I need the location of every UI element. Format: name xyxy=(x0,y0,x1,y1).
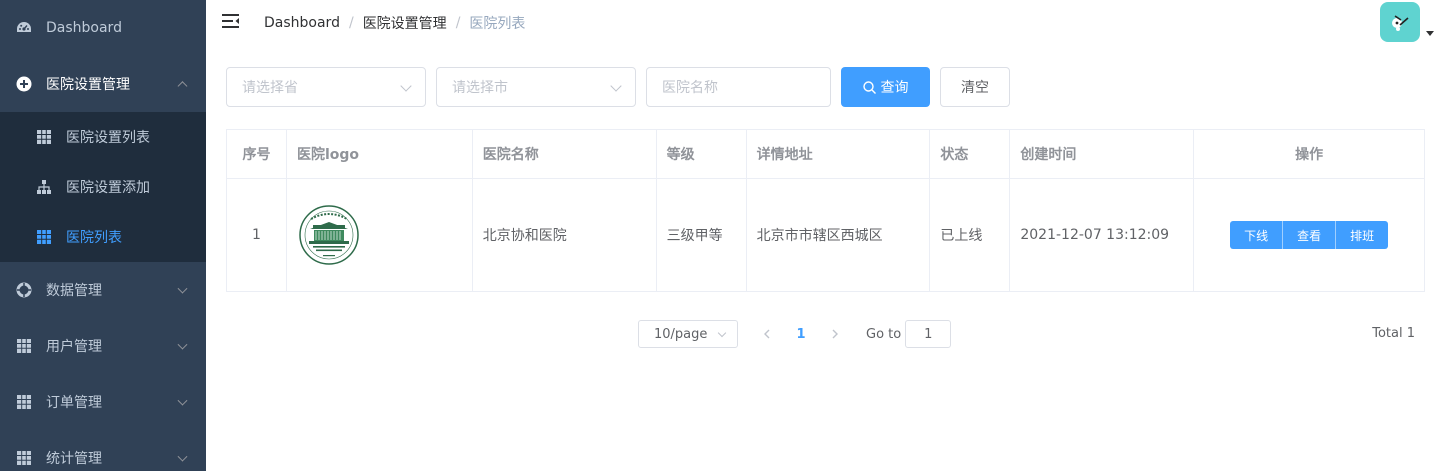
header-address: 详情地址 xyxy=(747,130,931,178)
clear-button[interactable]: 清空 xyxy=(940,67,1010,107)
sidebar: Dashboard 医院设置管理 医院设置列表 医院设置添加 医院列表 数据管理… xyxy=(0,0,206,471)
city-select[interactable]: 请选择市 xyxy=(436,67,636,107)
breadcrumb-dashboard[interactable]: Dashboard xyxy=(264,15,340,31)
hospital-logo xyxy=(299,205,359,265)
sidebar-item-hospital-list[interactable]: 医院列表 xyxy=(0,212,206,262)
goto-page-input[interactable]: 1 xyxy=(905,320,952,348)
search-icon xyxy=(862,80,876,94)
search-button-label: 查询 xyxy=(880,80,909,96)
cell-address: 北京市市辖区西城区 xyxy=(747,179,931,291)
view-button[interactable]: 查看 xyxy=(1283,221,1337,249)
dashboard-icon xyxy=(16,20,32,36)
prev-page-button[interactable] xyxy=(752,320,782,348)
sidebar-item-label: 医院设置添加 xyxy=(66,180,150,196)
header-created: 创建时间 xyxy=(1010,130,1195,178)
cell-logo xyxy=(287,179,473,291)
sidebar-item-hospital-settings-list[interactable]: 医院设置列表 xyxy=(0,112,206,162)
user-menu[interactable] xyxy=(1380,2,1434,42)
chevron-down-icon xyxy=(177,283,188,294)
chevron-down-icon xyxy=(177,339,188,350)
main-content: Dashboard / 医院设置管理 / 医院列表 请选择省 请选择市 医院名称… xyxy=(206,0,1446,471)
sidebar-item-label: 医院列表 xyxy=(66,230,122,246)
chevron-up-icon xyxy=(177,81,188,92)
table-icon xyxy=(16,394,32,410)
sidebar-item-label: 订单管理 xyxy=(46,395,102,411)
header-status: 状态 xyxy=(930,130,1011,178)
sidebar-item-data-management[interactable]: 数据管理 xyxy=(0,262,206,318)
sidebar-item-label: 统计管理 xyxy=(46,451,102,467)
breadcrumb-hospital-list: 医院列表 xyxy=(469,16,526,32)
table-icon xyxy=(16,338,32,354)
table-row: 1 北京协和医院 三级甲等 北京市市辖区西城区 已上线 2021-12-07 1… xyxy=(227,179,1424,291)
sidebar-item-dashboard[interactable]: Dashboard xyxy=(0,0,206,56)
page-number[interactable]: 1 xyxy=(782,320,820,348)
hamburger-icon[interactable] xyxy=(222,13,240,29)
next-page-button[interactable] xyxy=(820,320,850,348)
hospital-name-placeholder: 医院名称 xyxy=(662,80,718,96)
table-header: 序号 医院logo 医院名称 等级 详情地址 状态 创建时间 操作 xyxy=(227,130,1424,179)
chevron-down-icon xyxy=(177,451,188,462)
caret-down-icon[interactable] xyxy=(1426,31,1434,36)
sidebar-item-order-management[interactable]: 订单管理 xyxy=(0,374,206,430)
sidebar-item-statistics-management[interactable]: 统计管理 xyxy=(0,430,206,471)
page-size-select[interactable]: 10/page xyxy=(638,320,738,348)
city-placeholder: 请选择市 xyxy=(452,80,508,96)
header-name: 医院名称 xyxy=(473,130,657,178)
offline-button[interactable]: 下线 xyxy=(1230,221,1284,249)
header-index: 序号 xyxy=(227,130,287,178)
sidebar-item-label: 医院设置列表 xyxy=(66,130,150,146)
header-logo: 医院logo xyxy=(287,130,473,178)
action-button-group: 下线 查看 排班 xyxy=(1230,221,1389,249)
schedule-button[interactable]: 排班 xyxy=(1336,221,1389,249)
hospital-table: 序号 医院logo 医院名称 等级 详情地址 状态 创建时间 操作 1 北京协和… xyxy=(226,129,1425,292)
sidebar-item-label: 用户管理 xyxy=(46,339,102,355)
table-icon xyxy=(36,129,52,145)
header-level: 等级 xyxy=(657,130,747,178)
sidebar-item-hospital-settings-add[interactable]: 医院设置添加 xyxy=(0,162,206,212)
table-icon xyxy=(36,229,52,245)
sidebar-item-hospital-settings[interactable]: 医院设置管理 xyxy=(0,56,206,112)
navbar: Dashboard / 医院设置管理 / 医院列表 xyxy=(206,0,1446,44)
cell-created: 2021-12-07 13:12:09 xyxy=(1010,179,1195,291)
search-button[interactable]: 查询 xyxy=(841,67,930,107)
page-size-value: 10/page xyxy=(654,326,708,342)
header-actions: 操作 xyxy=(1295,147,1324,163)
breadcrumb-hospital-settings[interactable]: 医院设置管理 xyxy=(363,13,447,33)
cell-actions: 下线 查看 排班 xyxy=(1194,179,1424,291)
table-icon xyxy=(16,450,32,466)
sidebar-item-label: 数据管理 xyxy=(46,283,102,299)
cell-name: 北京协和医院 xyxy=(473,179,657,291)
filter-bar: 请选择省 请选择市 医院名称 查询 清空 xyxy=(226,67,1010,107)
plus-circle-icon xyxy=(16,76,32,92)
chevron-down-icon xyxy=(717,328,727,338)
chevron-right-icon xyxy=(832,329,838,339)
sidebar-item-user-management[interactable]: 用户管理 xyxy=(0,318,206,374)
sidebar-item-label: Dashboard xyxy=(46,20,122,36)
hospital-name-input[interactable]: 医院名称 xyxy=(646,67,831,107)
goto-page: Go to 1 xyxy=(866,320,952,348)
total-count: Total 1 xyxy=(1372,326,1415,341)
chevron-down-icon xyxy=(177,395,188,406)
pagination: 10/page 1 Go to 1 xyxy=(638,320,952,348)
chevron-left-icon xyxy=(764,329,770,339)
province-placeholder: 请选择省 xyxy=(242,80,298,96)
chevron-down-icon xyxy=(610,80,622,92)
submenu-hospital-settings: 医院设置列表 医院设置添加 医院列表 xyxy=(0,112,206,262)
lifebuoy-icon xyxy=(16,282,32,298)
goto-label: Go to xyxy=(866,326,902,342)
clear-button-label: 清空 xyxy=(961,80,989,96)
avatar[interactable] xyxy=(1380,2,1420,42)
province-select[interactable]: 请选择省 xyxy=(226,67,426,107)
tree-icon xyxy=(36,179,52,195)
cell-index: 1 xyxy=(227,179,287,291)
sidebar-item-label: 医院设置管理 xyxy=(46,77,130,93)
breadcrumb: Dashboard / 医院设置管理 / 医院列表 xyxy=(264,13,526,33)
cell-status: 已上线 xyxy=(930,179,1011,291)
chevron-down-icon xyxy=(400,80,412,92)
cell-level: 三级甲等 xyxy=(657,179,747,291)
